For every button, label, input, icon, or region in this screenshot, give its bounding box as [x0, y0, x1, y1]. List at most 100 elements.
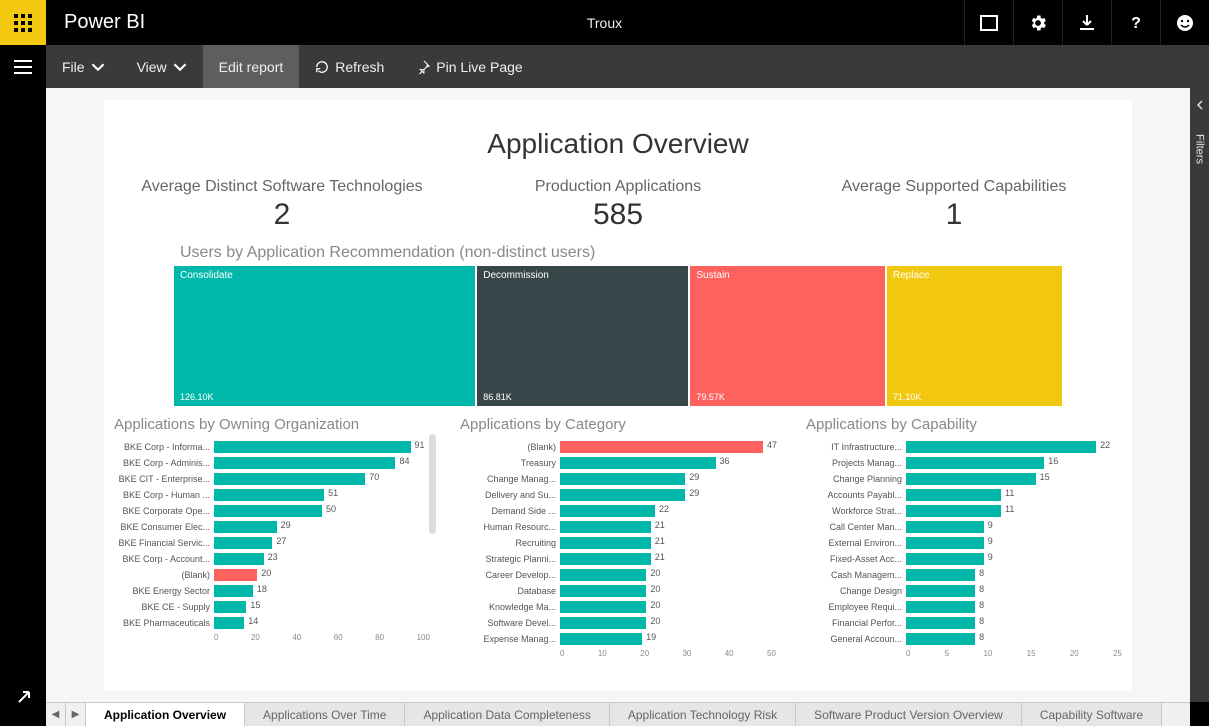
kpi-card[interactable]: Production Applications585: [450, 178, 786, 232]
bar-value: 11: [1005, 488, 1014, 498]
bar-track: 21: [560, 521, 776, 533]
bar-chart[interactable]: Applications by Category(Blank)47Treasur…: [460, 416, 776, 658]
treemap-cell-label: Decommission: [483, 270, 682, 281]
page-tab[interactable]: Applications Over Time: [245, 703, 405, 726]
bar-value: 29: [689, 488, 699, 498]
filters-pane-collapsed[interactable]: Filters: [1190, 88, 1209, 702]
bar-item[interactable]: BKE Corporate Ope...50: [114, 503, 430, 519]
download-icon: [1077, 13, 1097, 33]
bar-item[interactable]: Fixed-Asset Acc...9: [806, 551, 1122, 567]
page-tab[interactable]: Capability Software: [1022, 703, 1162, 726]
bar-fill: [560, 617, 646, 629]
bar-item[interactable]: BKE Corp - Account...23: [114, 551, 430, 567]
bar-item[interactable]: General Accoun...8: [806, 631, 1122, 647]
app-launcher-button[interactable]: [0, 0, 46, 45]
fullscreen-button[interactable]: [964, 0, 1013, 45]
bar-item[interactable]: (Blank)20: [114, 567, 430, 583]
bar-item[interactable]: Demand Side ...22: [460, 503, 776, 519]
bar-item[interactable]: Career Develop...20: [460, 567, 776, 583]
bar-item[interactable]: BKE Energy Sector18: [114, 583, 430, 599]
bar-chart[interactable]: Applications by Owning OrganizationBKE C…: [114, 416, 430, 658]
bar-fill: [906, 457, 1044, 469]
waffle-icon: [14, 14, 32, 32]
bar-track: 18: [214, 585, 430, 597]
axis-tick: 5: [945, 649, 949, 658]
bar-item[interactable]: External Environ...9: [806, 535, 1122, 551]
download-button[interactable]: [1062, 0, 1111, 45]
popout-button[interactable]: [16, 689, 32, 710]
tab-prev-button[interactable]: ◀: [46, 703, 66, 726]
bar-item[interactable]: Cash Managem...8: [806, 567, 1122, 583]
bar-item[interactable]: Accounts Payabl...11: [806, 487, 1122, 503]
treemap-cell[interactable]: Consolidate126.10K: [174, 266, 475, 406]
treemap-cell[interactable]: Decommission86.81K: [477, 266, 688, 406]
bar-fill: [214, 569, 257, 581]
bar-chart-title: Applications by Category: [460, 416, 776, 433]
bar-item[interactable]: Change Planning15: [806, 471, 1122, 487]
tab-next-button[interactable]: ▶: [66, 703, 86, 726]
bar-value: 70: [369, 472, 379, 482]
bar-category: Projects Manag...: [806, 458, 906, 468]
bar-fill: [214, 537, 272, 549]
bar-item[interactable]: BKE Corp - Adminis...84: [114, 455, 430, 471]
page-tab[interactable]: Software Product Version Overview: [796, 703, 1022, 726]
kpi-card[interactable]: Average Distinct Software Technologies2: [114, 178, 450, 232]
bar-item[interactable]: Strategic Planni...21: [460, 551, 776, 567]
bar-item[interactable]: BKE Pharmaceuticals14: [114, 615, 430, 631]
kpi-label: Average Distinct Software Technologies: [114, 178, 450, 196]
bar-item[interactable]: Treasury36: [460, 455, 776, 471]
bar-axis: 01020304050: [560, 649, 776, 658]
bar-item[interactable]: Software Devel...20: [460, 615, 776, 631]
bar-item[interactable]: Human Resourc...21: [460, 519, 776, 535]
page-tabs: ◀ ▶ Application OverviewApplications Ove…: [46, 702, 1190, 726]
bar-item[interactable]: BKE CE - Supply15: [114, 599, 430, 615]
bar-item[interactable]: Financial Perfor...8: [806, 615, 1122, 631]
bar-item[interactable]: Employee Requi...8: [806, 599, 1122, 615]
bar-value: 8: [979, 584, 984, 594]
bar-item[interactable]: Call Center Man...9: [806, 519, 1122, 535]
treemap-visual[interactable]: Users by Application Recommendation (non…: [174, 244, 1062, 406]
kpi-card[interactable]: Average Supported Capabilities1: [786, 178, 1122, 232]
nav-toggle-button[interactable]: [0, 45, 46, 88]
treemap-cell[interactable]: Sustain79.57K: [690, 266, 885, 406]
bar-item[interactable]: Recruiting21: [460, 535, 776, 551]
axis-tick: 40: [725, 649, 734, 658]
bar-item[interactable]: BKE CIT - Enterprise...70: [114, 471, 430, 487]
bar-item[interactable]: Workforce Strat...11: [806, 503, 1122, 519]
bar-category: Treasury: [460, 458, 560, 468]
bar-item[interactable]: BKE Corp - Informa...91: [114, 439, 430, 455]
edit-report-button[interactable]: Edit report: [203, 45, 300, 88]
bar-item[interactable]: Delivery and Su...29: [460, 487, 776, 503]
bar-category: BKE Corp - Adminis...: [114, 458, 214, 468]
bar-item[interactable]: Database20: [460, 583, 776, 599]
bar-category: Change Planning: [806, 474, 906, 484]
bar-item[interactable]: IT Infrastructure...22: [806, 439, 1122, 455]
bar-fill: [214, 473, 365, 485]
bar-item[interactable]: Expense Manag...19: [460, 631, 776, 647]
bar-item[interactable]: (Blank)47: [460, 439, 776, 455]
bar-value: 8: [979, 568, 984, 578]
feedback-button[interactable]: [1160, 0, 1209, 45]
file-menu[interactable]: File: [46, 45, 121, 88]
help-button[interactable]: ?: [1111, 0, 1160, 45]
treemap-cell[interactable]: Replace71.10K: [887, 266, 1062, 406]
pin-live-button[interactable]: Pin Live Page: [400, 45, 538, 88]
bar-item[interactable]: BKE Corp - Human ...51: [114, 487, 430, 503]
bar-item[interactable]: Projects Manag...16: [806, 455, 1122, 471]
edit-report-label: Edit report: [219, 59, 284, 75]
bar-item[interactable]: Change Design8: [806, 583, 1122, 599]
view-menu[interactable]: View: [121, 45, 203, 88]
page-tab[interactable]: Application Technology Risk: [610, 703, 796, 726]
bar-item[interactable]: BKE Financial Servic...27: [114, 535, 430, 551]
bar-item[interactable]: Knowledge Ma...20: [460, 599, 776, 615]
bar-value: 9: [988, 520, 993, 530]
chart-scrollbar[interactable]: [429, 434, 436, 534]
bar-item[interactable]: BKE Consumer Elec...29: [114, 519, 430, 535]
bar-chart[interactable]: Applications by CapabilityIT Infrastruct…: [806, 416, 1122, 658]
settings-button[interactable]: [1013, 0, 1062, 45]
refresh-button[interactable]: Refresh: [299, 45, 400, 88]
bar-item[interactable]: Change Manag...29: [460, 471, 776, 487]
workspace-name[interactable]: Troux: [587, 15, 622, 31]
page-tab[interactable]: Application Data Completeness: [405, 703, 609, 726]
page-tab[interactable]: Application Overview: [86, 703, 245, 726]
